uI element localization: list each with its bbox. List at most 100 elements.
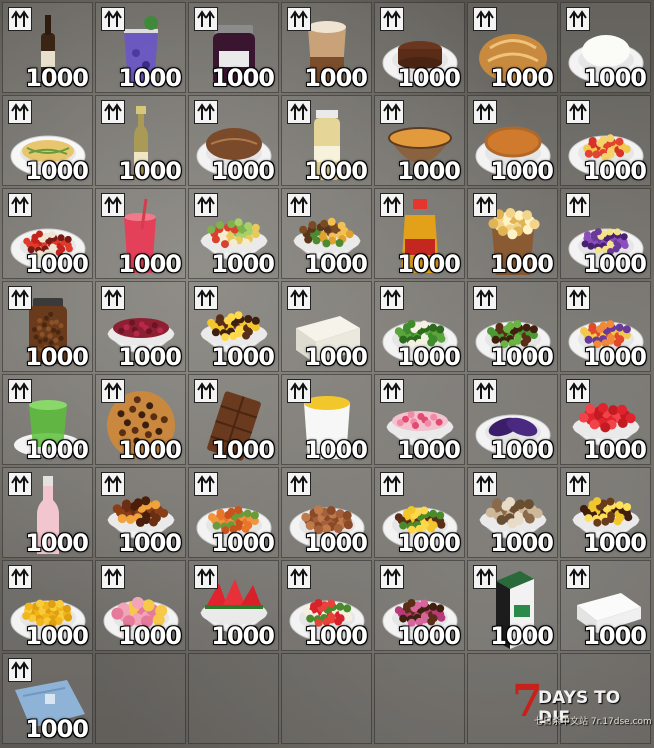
inventory-slot-chocolate-cake[interactable]: 1000 [374, 2, 465, 93]
inventory-slot-tomato-salad[interactable]: 1000 [281, 560, 372, 651]
item-count: 1000 [583, 436, 647, 464]
inventory-slot-empty[interactable] [374, 653, 465, 744]
inventory-slot-mixed-veg[interactable]: 1000 [560, 281, 651, 372]
item-count: 1000 [118, 343, 182, 371]
inventory-slot-purple-rice[interactable]: 1000 [560, 188, 651, 279]
inventory-slot-blue-cloth[interactable]: 1000 [2, 653, 93, 744]
inventory-slot-pumpkin-soup[interactable]: 1000 [374, 95, 465, 186]
inventory-slot-latte[interactable]: 1000 [281, 2, 372, 93]
item-count: 1000 [118, 157, 182, 185]
inventory-slot-rose-wine[interactable]: 1000 [2, 467, 93, 558]
item-count: 1000 [211, 157, 275, 185]
inventory-slot-onion-beef[interactable]: 1000 [374, 560, 465, 651]
inventory-slot-tomato-egg[interactable]: 1000 [560, 95, 651, 186]
watermark-logo: 7 DAYS TO DIE 七日杀中文站 7r.17dse.com [512, 680, 652, 740]
inventory-slot-corn-kernels[interactable]: 1000 [2, 560, 93, 651]
inventory-slot-beef-peppers[interactable]: 1000 [467, 281, 558, 372]
upgrade-badge [101, 379, 125, 403]
inventory-slot-beer[interactable]: 1000 [2, 2, 93, 93]
inventory-slot-empty[interactable] [188, 653, 279, 744]
upgrade-badge [8, 193, 32, 217]
upgrade-badge [380, 472, 404, 496]
double-up-arrow-icon [383, 10, 401, 27]
inventory-slot-chili-dish[interactable]: 1000 [2, 188, 93, 279]
inventory-slot-cooking-oil[interactable]: 1000 [374, 188, 465, 279]
double-up-arrow-icon [383, 568, 401, 585]
double-up-arrow-icon [197, 568, 215, 585]
inventory-slot-purple-corn[interactable]: 1000 [467, 374, 558, 465]
inventory-slot-spice-jar[interactable]: 1000 [2, 281, 93, 372]
inventory-slot-stew[interactable]: 1000 [281, 188, 372, 279]
upgrade-badge [473, 565, 497, 589]
item-count: 1000 [490, 343, 554, 371]
upgrade-badge [8, 286, 32, 310]
upgrade-badge [566, 286, 590, 310]
double-up-arrow-icon [290, 568, 308, 585]
inventory-slot-mushroom-stew[interactable]: 1000 [467, 467, 558, 558]
double-up-arrow-icon [11, 382, 29, 399]
item-count: 1000 [304, 64, 368, 92]
item-count: 1000 [25, 343, 89, 371]
item-count: 1000 [397, 436, 461, 464]
inventory-slot-watermelon-cubes[interactable]: 1000 [560, 374, 651, 465]
item-count: 1000 [583, 64, 647, 92]
item-count: 1000 [25, 529, 89, 557]
inventory-slot-empty[interactable] [95, 653, 186, 744]
inventory-slot-bread[interactable]: 1000 [467, 2, 558, 93]
inventory-slot-empty[interactable] [281, 653, 372, 744]
double-up-arrow-icon [569, 382, 587, 399]
inventory-slot-noodles[interactable]: 1000 [2, 95, 93, 186]
inventory-slot-corn-stirfry[interactable]: 1000 [374, 467, 465, 558]
inventory-slot-juice[interactable]: 1000 [281, 95, 372, 186]
double-up-arrow-icon [197, 10, 215, 27]
item-count: 1000 [583, 250, 647, 278]
inventory-slot-fruit-soup[interactable]: 1000 [374, 374, 465, 465]
upgrade-badge [473, 472, 497, 496]
inventory-slot-towel[interactable]: 1000 [560, 560, 651, 651]
inventory-slot-salad[interactable]: 1000 [188, 188, 279, 279]
upgrade-badge [8, 658, 32, 682]
upgrade-badge [194, 286, 218, 310]
item-count: 1000 [397, 157, 461, 185]
inventory-slot-pumpkin-pie[interactable]: 1000 [467, 95, 558, 186]
inventory-slot-borscht[interactable]: 1000 [95, 281, 186, 372]
inventory-slot-corn-salad[interactable]: 1000 [560, 467, 651, 558]
inventory-slot-red-drink[interactable]: 1000 [95, 188, 186, 279]
inventory-slot-tofu[interactable]: 1000 [281, 281, 372, 372]
inventory-slot-beef-corn[interactable]: 1000 [188, 281, 279, 372]
logo-subtitle: 七日杀中文站 7r.17dse.com [534, 717, 652, 727]
inventory-slot-popcorn[interactable]: 1000 [467, 188, 558, 279]
upgrade-badge [566, 7, 590, 31]
inventory-slot-meat-pie[interactable]: 1000 [188, 95, 279, 186]
inventory-slot-rice[interactable]: 1000 [560, 2, 651, 93]
inventory-slot-champagne[interactable]: 1000 [95, 95, 186, 186]
item-count: 1000 [211, 529, 275, 557]
double-up-arrow-icon [290, 382, 308, 399]
upgrade-badge [566, 100, 590, 124]
inventory-slot-chocolate-bar[interactable]: 1000 [188, 374, 279, 465]
inventory-slot-watermelon-slices[interactable]: 1000 [188, 560, 279, 651]
upgrade-badge [8, 565, 32, 589]
inventory-slot-blueberry-drink[interactable]: 1000 [95, 2, 186, 93]
inventory-slot-milk-carton[interactable]: 1000 [467, 560, 558, 651]
inventory-slot-green-tea[interactable]: 1000 [2, 374, 93, 465]
inventory-slot-peanuts[interactable]: 1000 [281, 467, 372, 558]
double-up-arrow-icon [11, 103, 29, 120]
inventory-slot-pink-dumplings[interactable]: 1000 [95, 560, 186, 651]
double-up-arrow-icon [383, 475, 401, 492]
item-count: 1000 [211, 436, 275, 464]
item-count: 1000 [304, 622, 368, 650]
inventory-slot-blueberry-jam[interactable]: 1000 [188, 2, 279, 93]
upgrade-badge [194, 7, 218, 31]
inventory-slot-braised-meat[interactable]: 1000 [95, 467, 186, 558]
inventory-slot-green-beans[interactable]: 1000 [374, 281, 465, 372]
item-count: 1000 [25, 622, 89, 650]
upgrade-badge [380, 100, 404, 124]
inventory-slot-cookie[interactable]: 1000 [95, 374, 186, 465]
inventory-slot-carrot-dish[interactable]: 1000 [188, 467, 279, 558]
inventory-slot-custard[interactable]: 1000 [281, 374, 372, 465]
upgrade-badge [566, 379, 590, 403]
item-count: 1000 [583, 622, 647, 650]
double-up-arrow-icon [290, 10, 308, 27]
double-up-arrow-icon [476, 382, 494, 399]
